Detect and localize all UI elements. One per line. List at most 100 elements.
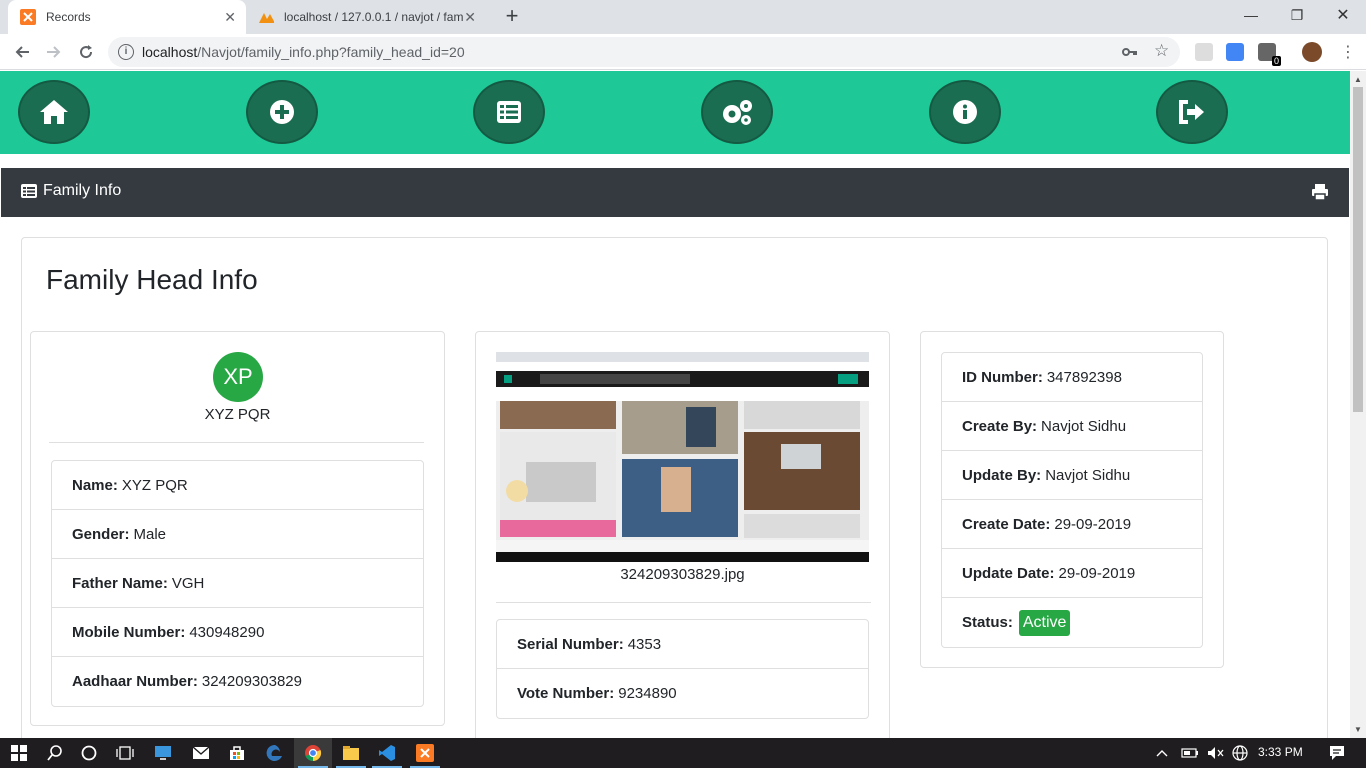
- gears-icon: [723, 100, 752, 125]
- sign-out-icon: [1179, 100, 1204, 124]
- page-scrollbar[interactable]: ▲ ▼: [1350, 71, 1366, 738]
- scroll-up-icon[interactable]: ▲: [1354, 75, 1362, 84]
- phpmyadmin-icon: [258, 9, 274, 25]
- key-icon[interactable]: [1122, 44, 1138, 63]
- tab-title: Records: [46, 10, 91, 24]
- document-details-list: Serial Number: 4353 Vote Number: 9234890: [496, 619, 869, 719]
- scrollbar-thumb[interactable]: [1353, 87, 1363, 412]
- volume-muted-icon[interactable]: [1204, 738, 1228, 768]
- reload-button[interactable]: [74, 40, 98, 64]
- list-item: Create Date: 29-09-2019: [942, 500, 1202, 549]
- url-path: /Navjot/family_info.php?family_head_id=2…: [197, 44, 465, 60]
- reload-icon: [80, 45, 93, 59]
- extension-badge-icon[interactable]: 0: [1258, 43, 1281, 66]
- star-icon[interactable]: ☆: [1154, 41, 1169, 61]
- browser-tab-bar: Records ✕ localhost / 127.0.0.1 / navjot…: [0, 0, 1366, 34]
- section-header: Family Info: [21, 182, 121, 200]
- list-icon: [497, 101, 521, 123]
- profile-avatar[interactable]: [1302, 42, 1322, 62]
- maximize-button[interactable]: ❐: [1274, 0, 1320, 30]
- windows-start-icon[interactable]: [0, 738, 38, 768]
- windows-taskbar: 3:33 PM: [0, 738, 1366, 768]
- info-circle-icon: [953, 100, 977, 124]
- list-item: Create By: Navjot Sidhu: [942, 402, 1202, 451]
- list-item: Update Date: 29-09-2019: [942, 549, 1202, 598]
- head-display-name: XYZ PQR: [204, 406, 271, 423]
- xampp-icon: [20, 9, 36, 25]
- forward-arrow-icon: [47, 46, 61, 58]
- nav-list-button[interactable]: [473, 80, 545, 144]
- meta-details-list: ID Number: 347892398 Create By: Navjot Sid…: [941, 352, 1203, 648]
- list-item: Update By: Navjot Sidhu: [942, 451, 1202, 500]
- page-title: Family Head Info: [46, 264, 258, 295]
- vscode-icon[interactable]: [368, 738, 406, 768]
- list-item: Name: XYZ PQR: [52, 461, 423, 510]
- tab-close-icon[interactable]: ✕: [224, 9, 236, 26]
- new-tab-button[interactable]: +: [500, 5, 524, 29]
- family-head-card: XP XYZ PQR Name: XYZ PQR Gender: Male Fath…: [30, 331, 445, 726]
- url-host: localhost: [142, 44, 198, 60]
- list-item: Status: Active: [942, 598, 1202, 647]
- scroll-down-icon[interactable]: ▼: [1354, 725, 1362, 734]
- document-image[interactable]: [496, 352, 869, 562]
- extension-badge-count: 0: [1271, 56, 1281, 66]
- page-viewport: Family Info Family Head Info XP XYZ PQR …: [0, 71, 1350, 738]
- top-nav: [0, 71, 1350, 154]
- task-view-icon[interactable]: [106, 738, 144, 768]
- edge-icon[interactable]: [256, 738, 294, 768]
- list-item: Mobile Number: 430948290: [52, 608, 423, 657]
- nav-add-button[interactable]: [246, 80, 318, 144]
- chrome-icon[interactable]: [294, 738, 332, 768]
- nav-info-button[interactable]: [929, 80, 1001, 144]
- search-icon[interactable]: [36, 738, 74, 768]
- section-header-bar: Family Info: [1, 168, 1349, 217]
- battery-icon[interactable]: [1178, 738, 1202, 768]
- forward-button[interactable]: [42, 40, 66, 64]
- xampp-icon[interactable]: [406, 738, 444, 768]
- list-item: Gender: Male: [52, 510, 423, 559]
- tab-close-icon[interactable]: ✕: [464, 9, 476, 26]
- list-item: Vote Number: 9234890: [517, 685, 677, 702]
- address-bar[interactable]: i localhost/Navjot/family_info.php?famil…: [108, 37, 1180, 67]
- menu-icon[interactable]: ⋮: [1340, 42, 1356, 62]
- divider: [496, 602, 871, 603]
- tab-title: localhost / 127.0.0.1 / navjot / fam: [284, 10, 464, 24]
- document-filename: 324209303829.jpg: [620, 566, 745, 583]
- meta-card: ID Number: 347892398 Create By: Navjot Sid…: [920, 331, 1224, 668]
- chevron-up-icon[interactable]: [1150, 738, 1174, 768]
- nav-settings-button[interactable]: [701, 80, 773, 144]
- extension-icon[interactable]: [1195, 43, 1213, 61]
- document-card: 324209303829.jpg Serial Number: 4353 Vote…: [475, 331, 890, 738]
- nav-home-button[interactable]: [18, 80, 90, 144]
- globe-icon[interactable]: [1228, 738, 1252, 768]
- list-icon: [21, 184, 37, 198]
- close-window-button[interactable]: ✕: [1320, 0, 1366, 30]
- back-arrow-icon: [15, 46, 29, 58]
- list-item: Serial Number: 4353: [497, 620, 868, 669]
- head-details-list: Name: XYZ PQR Gender: Male Father Name: VGH…: [51, 460, 424, 707]
- status-badge: Active: [1018, 609, 1071, 636]
- computer-icon[interactable]: [144, 738, 182, 768]
- avatar: XP: [213, 352, 263, 402]
- taskbar-clock[interactable]: 3:33 PM: [1258, 745, 1303, 759]
- info-icon[interactable]: i: [118, 44, 134, 60]
- list-item: Father Name: VGH: [52, 559, 423, 608]
- translate-icon[interactable]: [1226, 43, 1244, 61]
- divider: [49, 442, 424, 443]
- plus-circle-icon: [270, 100, 294, 124]
- list-item: Aadhaar Number: 324209303829: [72, 673, 302, 690]
- nav-logout-button[interactable]: [1156, 80, 1228, 144]
- tab-records[interactable]: Records ✕: [8, 0, 246, 34]
- print-icon[interactable]: [1311, 183, 1329, 206]
- list-item: ID Number: 347892398: [942, 353, 1202, 402]
- browser-toolbar: i localhost/Navjot/family_info.php?famil…: [0, 34, 1366, 70]
- tab-phpmyadmin[interactable]: localhost / 127.0.0.1 / navjot / fam ✕: [246, 0, 486, 34]
- section-header-label: Family Info: [43, 182, 122, 199]
- mail-icon[interactable]: [182, 738, 220, 768]
- store-icon[interactable]: [218, 738, 256, 768]
- back-button[interactable]: [10, 40, 34, 64]
- cortana-icon[interactable]: [70, 738, 108, 768]
- notifications-icon[interactable]: [1318, 738, 1356, 768]
- file-explorer-icon[interactable]: [332, 738, 370, 768]
- minimize-button[interactable]: —: [1228, 0, 1274, 30]
